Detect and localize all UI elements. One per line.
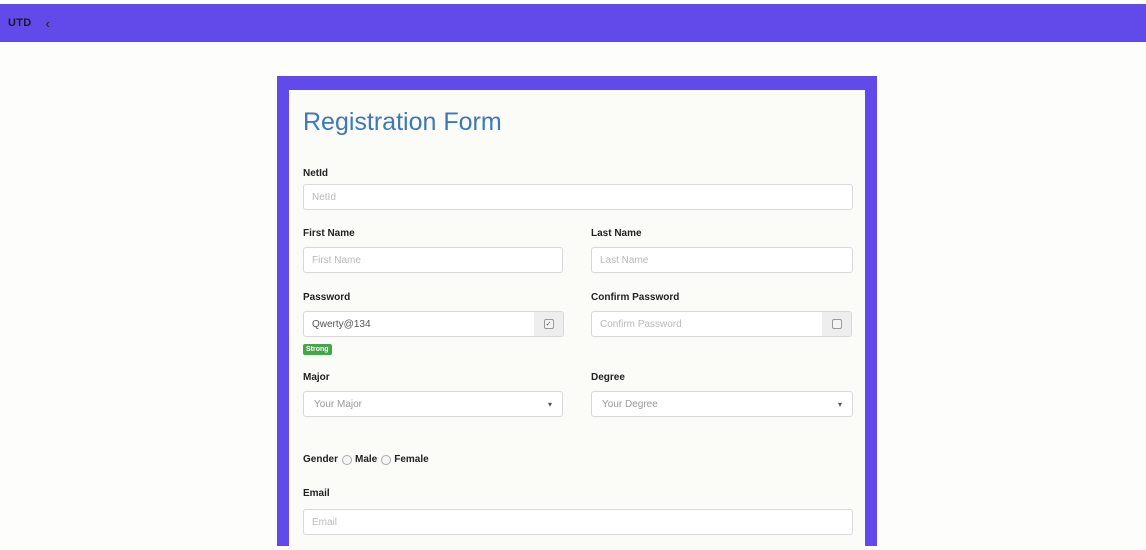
password-label: Password [303, 292, 351, 303]
back-chevron-icon[interactable]: ‹ [46, 17, 50, 30]
show-password-checkbox-icon[interactable]: ✓ [543, 319, 554, 329]
gender-male-label[interactable]: Male [355, 454, 377, 465]
form-title: Registration Form [303, 108, 502, 136]
degree-label: Degree [591, 372, 625, 383]
netid-label: NetId [303, 168, 328, 179]
confirm-password-toggle[interactable] [822, 311, 852, 337]
degree-selected-value: Your Degree [602, 398, 658, 410]
last-name-label: Last Name [591, 228, 642, 239]
major-select[interactable]: Your Major ▾ [303, 391, 563, 417]
confirm-password-input[interactable] [591, 311, 823, 337]
major-selected-value: Your Major [314, 398, 362, 410]
show-confirm-password-checkbox-icon[interactable] [831, 319, 842, 329]
first-name-label: First Name [303, 228, 355, 239]
gender-female-radio[interactable] [381, 454, 392, 465]
gender-row: Gender Male Female [303, 454, 429, 465]
password-input[interactable] [303, 311, 535, 337]
password-toggle[interactable]: ✓ [534, 311, 564, 337]
top-navbar: UTD ‹ [0, 4, 1146, 42]
gender-female-label[interactable]: Female [394, 454, 428, 465]
gender-label: Gender [303, 454, 339, 465]
confirm-password-label: Confirm Password [591, 292, 680, 303]
gender-male-radio[interactable] [342, 454, 353, 465]
registration-form: Registration Form NetId First Name Last … [289, 90, 865, 550]
major-dropdown-caret-icon: ▾ [547, 399, 552, 409]
major-label: Major [303, 372, 330, 383]
last-name-input[interactable] [591, 247, 853, 273]
email-label: Email [303, 488, 330, 499]
degree-select[interactable]: Your Degree ▾ [591, 391, 853, 417]
first-name-input[interactable] [303, 247, 563, 273]
netid-input[interactable] [303, 184, 853, 210]
brand-logo[interactable]: UTD [8, 17, 32, 29]
degree-dropdown-caret-icon: ▾ [837, 399, 842, 409]
email-input[interactable] [303, 509, 853, 535]
password-strength-badge: Strong [303, 344, 332, 355]
